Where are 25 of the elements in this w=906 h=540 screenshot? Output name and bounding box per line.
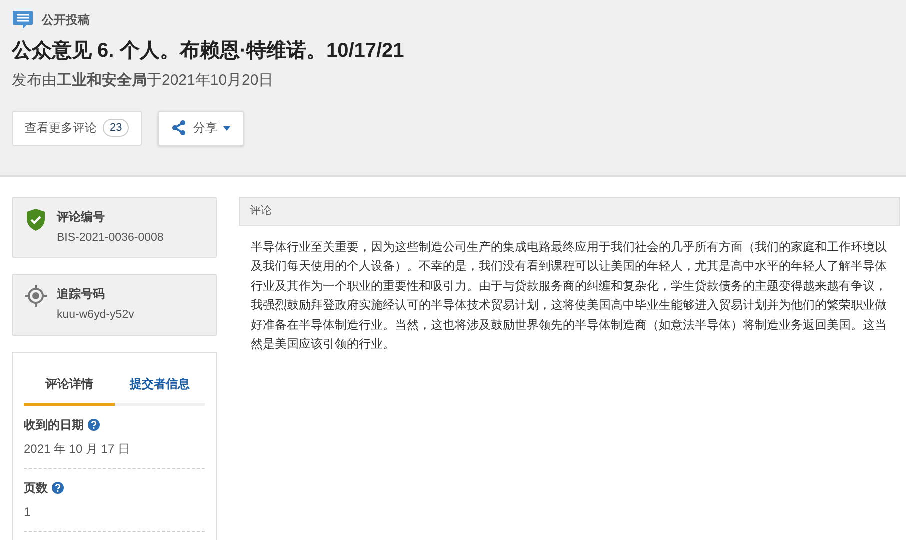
details-tab[interactable]: 提交者信息: [114, 366, 205, 406]
id-value: kuu-w6yd-y52v: [57, 308, 134, 324]
help-icon[interactable]: [52, 482, 64, 494]
page-title: 公众意见 6. 个人。布赖恩·特维诺。10/17/21: [12, 38, 406, 64]
share-button[interactable]: 分享: [158, 110, 244, 146]
details-tab[interactable]: 评论详情: [24, 366, 114, 406]
comment-count: 23: [103, 118, 130, 138]
help-icon[interactable]: [88, 418, 100, 430]
target-icon: [25, 285, 47, 308]
field-value: 2021 年 10 月 17 日: [24, 440, 132, 458]
id-value: BIS-2021-0036-0008: [57, 231, 164, 246]
field-label: 收到的日期: [24, 416, 84, 434]
comment-icon: [12, 10, 34, 30]
comment-heading: 评论: [239, 197, 900, 226]
id-label: 追踪号码: [57, 286, 106, 304]
shield-check-icon: [25, 208, 47, 232]
category-label: 公开投稿: [42, 12, 90, 29]
id-label: 评论编号: [57, 209, 106, 226]
caret-icon: [223, 126, 232, 130]
field-value: 1: [24, 504, 32, 520]
comment-body: 半导体行业至关重要，因为这些制造公司生产的集成电路最终应用于我们社会的几乎所有方面（我们的家庭和工作环境以及我们每天使用的个人设备）。不幸的是，我们没有看到课程可以让美国的年轻人，尤其是高中水平的年轻人了解半导体行业及其作为一个职业的重要性和吸引力。由于与贷款服务商的纠缠和复杂化，学生贷款债务的主题变得越来越有争议，我强烈鼓励拜登政府实施经认可的半导体技术贸易计划，这将使美国高中毕业生能够进入贸易计划并为他们的繁荣职业做好准备在半导体制造行业。当然，这也将涉及鼓励世界领先的半导体制造商（如意法半导体）将制造业务返回美国。这当然是美国应该引领的行业。: [250, 238, 888, 353]
field-label: 页数: [24, 480, 48, 496]
more-comments-button[interactable]: 查看更多评论 23: [12, 110, 142, 146]
share-icon: [171, 120, 188, 136]
posted-by-text: 发布由工业和安全局于2021年10月20日: [12, 71, 275, 91]
